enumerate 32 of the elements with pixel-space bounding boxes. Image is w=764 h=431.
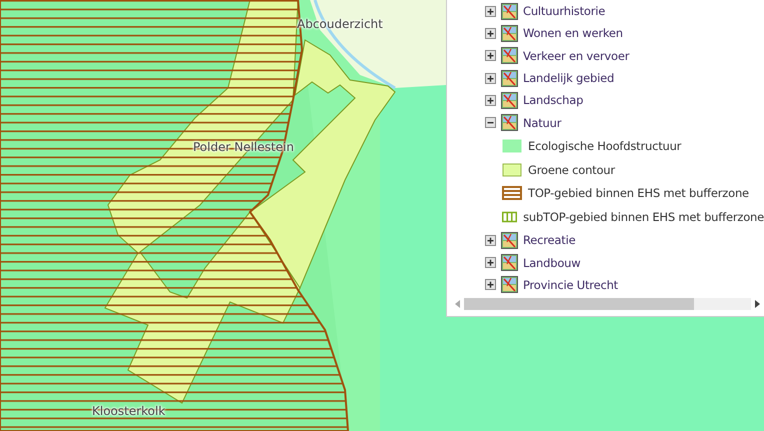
map-layer-icon: [501, 232, 518, 249]
expand-icon[interactable]: [485, 28, 496, 39]
legend-label: TOP-gebied binnen EHS met bufferzone: [528, 186, 749, 200]
expand-icon[interactable]: [485, 6, 496, 17]
layer-label[interactable]: Wonen en werken: [523, 26, 623, 40]
expand-icon[interactable]: [485, 50, 496, 62]
layer-label[interactable]: Cultuurhistorie: [523, 4, 606, 18]
expand-icon[interactable]: [485, 72, 496, 84]
map-layer-icon: [501, 254, 518, 272]
layer-label[interactable]: Landelijk gebied: [523, 71, 614, 86]
legend-label: Groene contour: [528, 162, 615, 177]
layer-label[interactable]: Natuur: [523, 116, 562, 130]
scroll-right-icon[interactable]: [755, 300, 760, 308]
map-layer-icon: [501, 2, 518, 20]
collapse-icon[interactable]: [485, 117, 496, 128]
expand-icon[interactable]: [485, 257, 496, 268]
expand-icon[interactable]: [485, 234, 496, 246]
map-layer-icon: [501, 276, 518, 294]
expand-icon[interactable]: [485, 279, 496, 290]
map-layer-icon: [501, 47, 518, 64]
map-layer-icon: [501, 24, 518, 42]
layer-label[interactable]: Provincie Utrecht: [523, 278, 618, 292]
legend-label: Ecologische Hoofdstructuur: [528, 138, 682, 153]
map-layer-icon: [501, 114, 518, 132]
expand-icon[interactable]: [485, 94, 496, 106]
layer-label[interactable]: Recreatie: [523, 233, 576, 248]
layer-label[interactable]: Landschap: [523, 93, 584, 108]
legend-label: subTOP-gebied binnen EHS met bufferzone: [523, 210, 764, 224]
layer-label[interactable]: Landbouw: [523, 256, 580, 270]
map-layer-icon: [501, 70, 518, 87]
layer-label[interactable]: Verkeer en vervoer: [523, 48, 630, 63]
map-layer-icon: [501, 92, 518, 109]
